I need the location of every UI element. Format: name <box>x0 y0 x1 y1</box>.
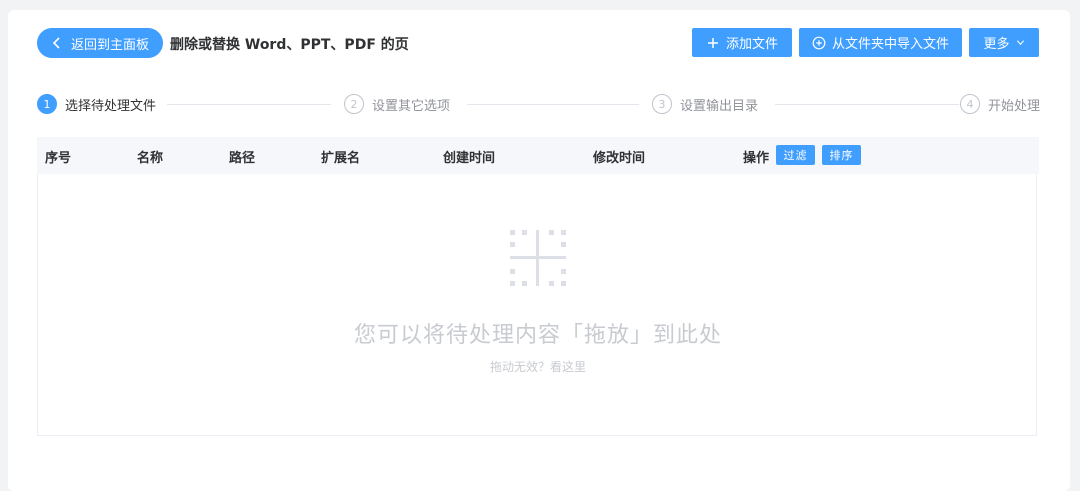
step-connector <box>775 104 959 105</box>
step-label: 开始处理 <box>988 98 1041 114</box>
step-number: 4 <box>960 94 980 114</box>
add-file-button[interactable]: 添加文件 <box>692 28 792 57</box>
step-number: 2 <box>344 94 364 114</box>
back-button-label: 返回到主面板 <box>70 37 149 53</box>
column-header-path: 路径 <box>229 151 256 166</box>
step-connector <box>467 104 639 105</box>
filter-button[interactable]: 过滤 <box>776 145 815 165</box>
add-file-label: 添加文件 <box>725 37 778 52</box>
step-label: 设置输出目录 <box>680 98 759 114</box>
circle-plus-icon <box>812 36 826 49</box>
step-number: 3 <box>652 94 672 114</box>
chevron-left-icon <box>52 37 60 49</box>
progress-steps: 1 选择待处理文件 2 设置其它选项 3 设置输出目录 4 开始处理 <box>37 93 1041 115</box>
more-label: 更多 <box>983 37 1010 52</box>
step-number: 1 <box>37 94 57 114</box>
main-card: 返回到主面板 删除或替换 Word、PPT、PDF 的页 添加文件 从文件夹中导… <box>8 10 1070 491</box>
page-title: 删除或替换 Word、PPT、PDF 的页 <box>170 37 409 53</box>
step-label: 设置其它选项 <box>372 98 451 114</box>
more-dropdown-button[interactable]: 更多 <box>969 28 1039 57</box>
step-2: 2 设置其它选项 <box>344 93 450 115</box>
column-header-actions: 操作 <box>743 151 770 166</box>
step-label: 选择待处理文件 <box>65 98 157 114</box>
step-4: 4 开始处理 <box>960 93 1040 115</box>
column-header-extension: 扩展名 <box>321 151 361 166</box>
file-drop-area[interactable]: 您可以将待处理内容「拖放」到此处 拖动无效？看这里 <box>37 174 1037 436</box>
plus-icon <box>707 37 718 48</box>
column-header-modified-time: 修改时间 <box>593 151 646 166</box>
drag-help-link[interactable]: 拖动无效？看这里 <box>38 358 1038 375</box>
import-folder-label: 从文件夹中导入文件 <box>831 37 949 52</box>
column-header-index: 序号 <box>45 151 72 166</box>
step-3: 3 设置输出目录 <box>652 93 758 115</box>
step-1: 1 选择待处理文件 <box>37 93 156 115</box>
import-from-folder-button[interactable]: 从文件夹中导入文件 <box>799 28 962 57</box>
drop-hint-text: 您可以将待处理内容「拖放」到此处 <box>353 323 722 348</box>
drag-drop-icon <box>510 230 566 286</box>
column-header-name: 名称 <box>137 151 164 166</box>
chevron-down-icon <box>1016 40 1024 46</box>
sort-button[interactable]: 排序 <box>822 145 861 165</box>
column-header-created-time: 创建时间 <box>443 151 496 166</box>
step-connector <box>167 104 331 105</box>
file-table-header: 序号 名称 路径 扩展名 创建时间 修改时间 操作 过滤 排序 <box>37 137 1039 174</box>
back-to-dashboard-button[interactable]: 返回到主面板 <box>37 28 163 58</box>
